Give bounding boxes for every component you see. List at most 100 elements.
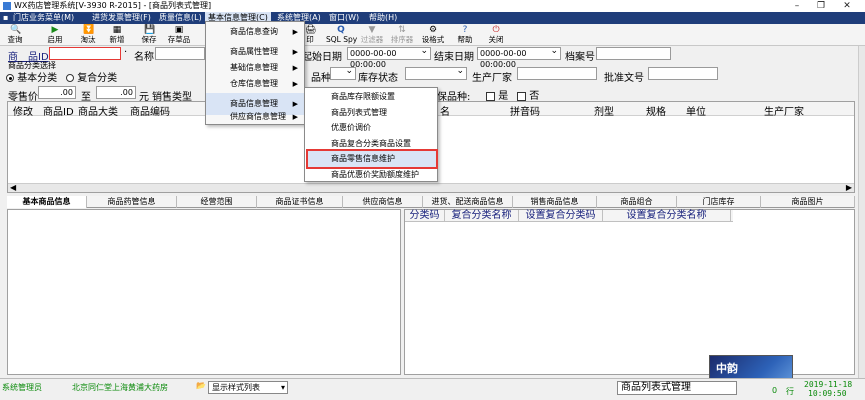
basic-category-radio[interactable]: 基本分类 (6, 69, 57, 84)
start-date-picker[interactable]: 0000-00-00 00:00:00 (347, 46, 431, 69)
menu-item-product-query[interactable]: 商品信息查询 ▶ (206, 21, 304, 43)
sql-icon: Q (337, 25, 345, 35)
tab-bundle[interactable]: 商品组合 (597, 196, 677, 208)
tab-sales[interactable]: 销售商品信息 (513, 196, 597, 208)
sql-spy-button[interactable]: Q SQL Spy (326, 25, 357, 45)
chevron-right-icon: ▶ (292, 80, 298, 88)
price-from-input[interactable]: .00 (38, 86, 76, 99)
close-button[interactable]: ✕ (838, 0, 856, 12)
minimize-button[interactable]: – (788, 0, 806, 12)
vertical-scrollbar[interactable] (858, 46, 865, 378)
tab-basic-info[interactable]: 基本商品信息 (7, 196, 87, 208)
col-edit[interactable]: 修改 (13, 103, 33, 118)
menu-item-supplier[interactable]: 供应商信息管理 ▶ (206, 109, 304, 125)
sorter-button[interactable]: ⇅ 排序器 (389, 25, 415, 45)
medical-yes-checkbox[interactable]: 是 (486, 87, 508, 102)
restore-button[interactable]: ❐ (812, 0, 830, 12)
help-button[interactable]: ? 帮助 (452, 25, 478, 45)
draft-button[interactable]: ▣ 存草品 (166, 25, 192, 45)
add-button[interactable]: ▦ 新增 (104, 25, 130, 45)
submenu-list-management[interactable]: 商品列表式管理 (305, 105, 437, 121)
product-id-input[interactable] (49, 47, 121, 60)
compound-grid-header: 分类码 复合分类名称 设置复合分类码 设置复合分类名称 (405, 210, 733, 222)
chevron-down-icon: ▾ (280, 383, 285, 392)
variety-label: 品种 (311, 73, 331, 84)
scroll-right-icon[interactable]: ▶ (846, 183, 852, 192)
menu-bar: ▪ 门店业务菜单(M) 进货发票管理(F) 质量信息(L) 基本信息管理(C) … (0, 12, 865, 24)
submenu-discount-price[interactable]: 优惠价调价 (305, 120, 437, 136)
menu-invoice[interactable]: 进货发票管理(F) (89, 12, 154, 24)
enable-button[interactable]: ▶ 启用 (42, 25, 68, 45)
status-user: 系统管理员 (2, 383, 42, 392)
col-pinyin[interactable]: 拼音码 (510, 103, 540, 118)
add-icon: ▦ (112, 25, 122, 35)
col-set-code[interactable]: 设置复合分类码 (519, 210, 603, 222)
col-compound-name[interactable]: 复合分类名称 (445, 210, 519, 222)
col-unit[interactable]: 单位 (686, 103, 706, 118)
separator-dot: · (124, 47, 128, 58)
menu-quality[interactable]: 质量信息(L) (156, 12, 205, 24)
basic-info-panel[interactable] (7, 209, 401, 375)
status-row-label: 行 (786, 387, 794, 396)
col-category-code[interactable]: 分类码 (405, 210, 445, 222)
tab-images[interactable]: 商品图片 (761, 196, 855, 208)
play-icon: ▶ (51, 25, 59, 35)
filter-button[interactable]: ▼ 过滤器 (359, 25, 385, 45)
toolbar: 🔍 查询 ▶ 启用 ⏬ 淘汰 ▦ 新增 💾 保存 ▣ 存草品 🖨 印 Q SQL Spy ▼ 过滤… (0, 24, 865, 46)
retire-button[interactable]: ⏬ 淘汰 (75, 25, 101, 45)
menu-window[interactable]: 窗口(W) (326, 12, 362, 24)
scroll-left-icon[interactable]: ◀ (10, 183, 16, 192)
tab-suppliers[interactable]: 供应商信息 (343, 196, 423, 208)
menu-item-warehouse[interactable]: 仓库信息管理 ▶ (206, 73, 304, 95)
query-button[interactable]: 🔍 查询 (2, 25, 28, 45)
col-spec[interactable]: 规格 (646, 103, 666, 118)
power-icon: ⏻ (492, 25, 500, 35)
tab-business-scope[interactable]: 经营范围 (177, 196, 257, 208)
mdi-icon: ▪ (3, 13, 9, 22)
tab-purchase-delivery[interactable]: 进货、配送商品信息 (423, 196, 513, 208)
col-dosage-form[interactable]: 剂型 (594, 103, 614, 118)
stock-status-dropdown[interactable] (405, 66, 467, 80)
submenu-retail-info[interactable]: 商品零售信息维护 (306, 149, 438, 169)
col-category[interactable]: 商品大类 (78, 103, 118, 118)
col-product-code[interactable]: 商品编码 (130, 103, 170, 118)
submenu-reward-quota[interactable]: 商品优惠价奖励额度维护 (305, 167, 437, 183)
status-store: 北京同仁堂上海黄浦大药房 (72, 383, 168, 392)
view-style-dropdown[interactable]: 显示样式列表 ▾ (208, 381, 288, 394)
name-input[interactable] (155, 47, 205, 60)
archive-input[interactable] (596, 47, 671, 60)
manufacturer-input[interactable] (517, 67, 597, 80)
horizontal-scrollbar[interactable]: ◀ ▶ (8, 183, 854, 192)
save-button[interactable]: 💾 保存 (136, 25, 162, 45)
product-info-submenu: 商品库存限额设置 商品列表式管理 优惠价调价 商品复合分类商品设置 商品零售信息… (304, 87, 438, 182)
format-button[interactable]: ⚙ 设格式 (420, 25, 446, 45)
end-date-label: 结束日期 (434, 52, 474, 63)
col-name[interactable]: 名 (440, 103, 450, 118)
chevron-right-icon: ▶ (292, 28, 298, 36)
approval-input[interactable] (648, 67, 718, 80)
gear-icon: ⚙ (428, 25, 438, 35)
status-time: 10:09:50 (808, 389, 847, 398)
help-icon: ? (462, 25, 468, 35)
menu-help[interactable]: 帮助(H) (366, 12, 400, 24)
close-window-button[interactable]: ⏻ 关闭 (483, 25, 509, 45)
status-bar: 系统管理员 北京同仁堂上海黄浦大药房 📂 显示样式列表 ▾ 商品列表式管理 0 行… (0, 378, 865, 400)
compound-category-grid[interactable]: 分类码 复合分类名称 设置复合分类码 设置复合分类名称 (404, 209, 855, 375)
medical-no-checkbox[interactable]: 否 (517, 87, 539, 102)
tab-store-stock[interactable]: 门店库存 (677, 196, 761, 208)
end-date-picker[interactable]: 0000-00-00 00:00:00 (477, 46, 561, 69)
price-to-input[interactable]: .00 (96, 86, 136, 99)
submenu-compound-category[interactable]: 商品复合分类商品设置 (305, 136, 437, 152)
manufacturer-label: 生产厂家 (472, 73, 512, 84)
variety-dropdown[interactable] (330, 66, 356, 80)
submenu-stock-limit[interactable]: 商品库存限额设置 (305, 89, 437, 105)
col-set-name[interactable]: 设置复合分类名称 (603, 210, 731, 222)
compound-category-radio[interactable]: 复合分类 (66, 69, 117, 84)
col-manufacturer[interactable]: 生产厂家 (764, 103, 804, 118)
tab-certificates[interactable]: 商品证书信息 (257, 196, 343, 208)
sort-icon: ⇅ (398, 25, 406, 35)
tab-drug-info[interactable]: 商品药管信息 (87, 196, 177, 208)
retire-icon: ⏬ (83, 25, 95, 35)
menu-store-business[interactable]: 门店业务菜单(M) (10, 12, 77, 24)
col-product-id[interactable]: 商品ID (43, 103, 74, 118)
